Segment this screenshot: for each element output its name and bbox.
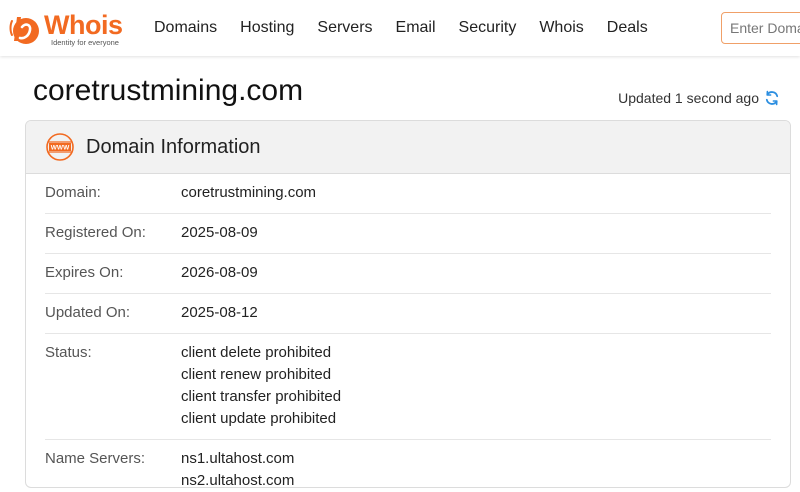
svg-text:WWW: WWW bbox=[51, 145, 70, 152]
logo-wordmark: Whois bbox=[44, 10, 123, 40]
card-header: WWW Domain Information bbox=[26, 121, 790, 174]
name-servers-row: Name Servers: ns1.ultahost.com ns2.ultah… bbox=[45, 440, 771, 488]
updated-status: Updated 1 second ago bbox=[618, 90, 780, 106]
refresh-icon[interactable] bbox=[764, 90, 780, 106]
whois-logo[interactable]: Whois Identity for everyone bbox=[8, 10, 133, 48]
domain-search-input[interactable] bbox=[721, 12, 800, 44]
status-values: client delete prohibited client renew pr… bbox=[181, 342, 341, 430]
registered-on-date: 2025-08-09 bbox=[181, 224, 258, 241]
whois-logo-icon bbox=[9, 17, 39, 44]
registered-on-row: Registered On: 2025-08-09 bbox=[45, 214, 771, 254]
www-icon: WWW bbox=[46, 133, 74, 161]
card-title: Domain Information bbox=[86, 135, 261, 158]
domain-row: Domain: coretrustmining.com bbox=[45, 174, 771, 214]
nav-item-whois[interactable]: Whois bbox=[539, 19, 583, 37]
card-body: Domain: coretrustmining.com Registered O… bbox=[26, 174, 790, 488]
main-nav: Domains Hosting Servers Email Security W… bbox=[154, 0, 671, 56]
page-title: coretrustmining.com bbox=[33, 74, 304, 107]
registered-on-value: 2025-08-09 bbox=[181, 222, 258, 244]
nav-item-domains[interactable]: Domains bbox=[154, 19, 217, 37]
updated-on-date: 2025-08-12 bbox=[181, 304, 258, 321]
expires-on-row: Expires On: 2026-08-09 bbox=[45, 254, 771, 294]
nav-item-security[interactable]: Security bbox=[459, 19, 517, 37]
status-item: client renew prohibited bbox=[181, 366, 332, 383]
registered-on-label: Registered On: bbox=[45, 224, 146, 241]
name-servers-values: ns1.ultahost.com ns2.ultahost.com bbox=[181, 448, 295, 488]
top-navbar: Whois Identity for everyone Domains Host… bbox=[0, 0, 800, 56]
domain-label: Domain: bbox=[45, 184, 101, 201]
name-servers-label: Name Servers: bbox=[45, 450, 146, 467]
updated-on-label: Updated On: bbox=[45, 304, 131, 321]
status-item: client delete prohibited bbox=[181, 344, 332, 361]
status-label: Status: bbox=[45, 344, 92, 361]
domain-name-value: coretrustmining.com bbox=[181, 184, 317, 201]
updated-text: Updated 1 second ago bbox=[618, 90, 759, 106]
nav-item-servers[interactable]: Servers bbox=[317, 19, 372, 37]
nav-item-hosting[interactable]: Hosting bbox=[240, 19, 294, 37]
expires-on-date: 2026-08-09 bbox=[181, 264, 258, 281]
nav-item-deals[interactable]: Deals bbox=[607, 19, 648, 37]
status-item: client transfer prohibited bbox=[181, 388, 342, 405]
status-row: Status: client delete prohibited client … bbox=[45, 334, 771, 440]
updated-on-row: Updated On: 2025-08-12 bbox=[45, 294, 771, 334]
name-server-item: ns1.ultahost.com bbox=[181, 450, 295, 467]
updated-on-value: 2025-08-12 bbox=[181, 302, 258, 324]
domain-value: coretrustmining.com bbox=[181, 182, 316, 204]
domain-information-card: WWW Domain Information Domain: coretrust… bbox=[25, 120, 791, 488]
nav-item-email[interactable]: Email bbox=[396, 19, 436, 37]
expires-on-label: Expires On: bbox=[45, 264, 124, 281]
logo-tagline: Identity for everyone bbox=[51, 38, 119, 47]
name-server-item: ns2.ultahost.com bbox=[181, 472, 295, 488]
expires-on-value: 2026-08-09 bbox=[181, 262, 258, 284]
status-item: client update prohibited bbox=[181, 410, 337, 427]
